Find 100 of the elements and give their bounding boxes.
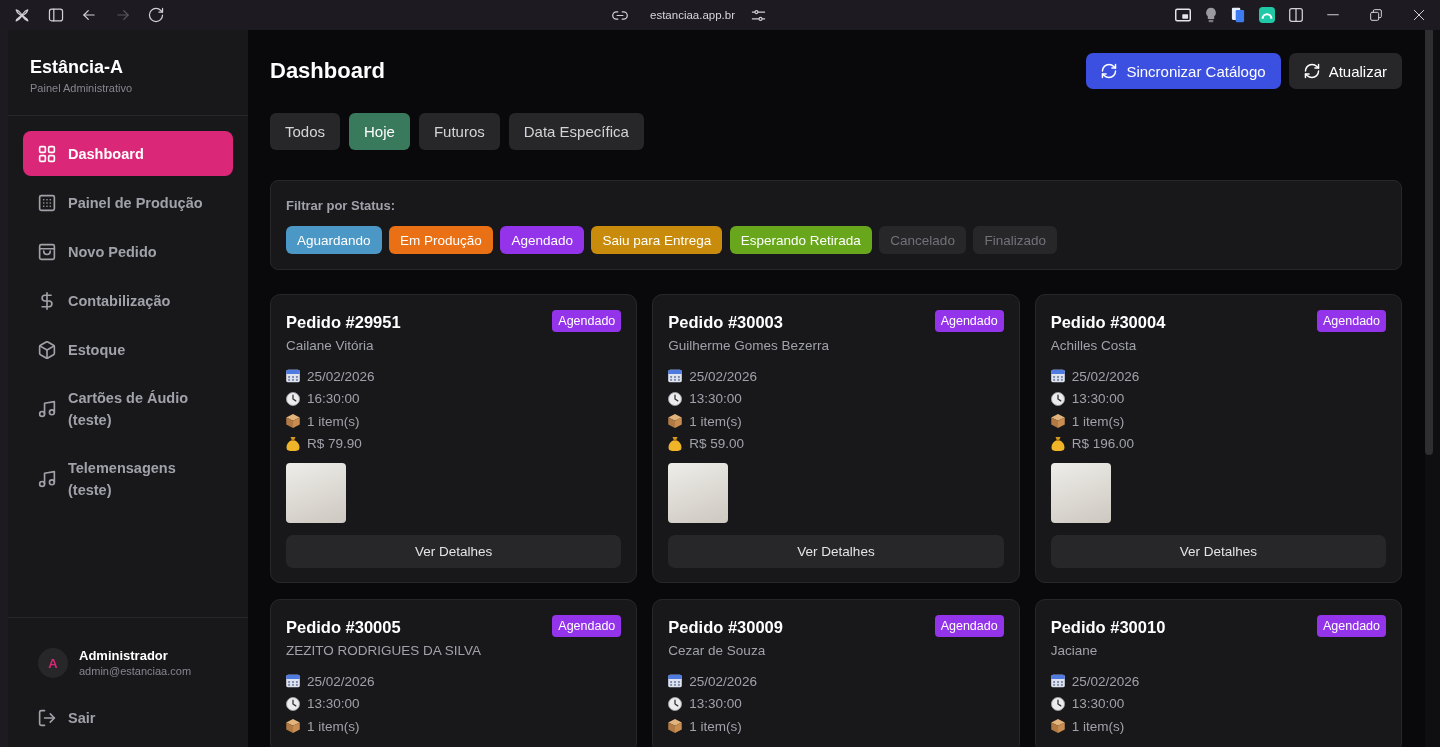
item-count: 1 item(s): [689, 413, 742, 429]
order-date: 25/02/2026: [307, 368, 375, 384]
nav-item[interactable]: Painel de Produção: [23, 180, 233, 225]
package-icon: [286, 414, 300, 429]
order-title: Pedido #29951: [286, 312, 401, 333]
calendar-icon: [668, 369, 683, 384]
clock-icon: [286, 391, 300, 406]
dot-grid-icon: [38, 193, 56, 212]
money-bag-icon: [286, 436, 300, 451]
tab[interactable]: Todos: [270, 113, 341, 150]
avatar: A: [38, 648, 68, 678]
package-icon: [668, 414, 683, 429]
scrollbar-thumb[interactable]: [1425, 30, 1433, 455]
nav-item[interactable]: Estoque: [23, 327, 233, 372]
tab[interactable]: Hoje: [349, 113, 410, 150]
order-date: 25/02/2026: [689, 368, 757, 384]
lightbulb-icon[interactable]: [1205, 7, 1217, 23]
status-chip[interactable]: Agendado: [500, 226, 584, 254]
action-button[interactable]: Sincronizar Catálogo: [1086, 53, 1281, 89]
item-count: 1 item(s): [689, 718, 742, 734]
item-count: 1 item(s): [307, 413, 360, 429]
clock-icon: [1050, 696, 1065, 711]
page-title: Dashboard: [270, 58, 385, 84]
status-badge: Agendado: [1317, 310, 1386, 332]
nav-item[interactable]: Novo Pedido: [23, 229, 233, 274]
refresh-icon: [1101, 63, 1118, 79]
brand-subtitle: Painel Administrativo: [30, 81, 134, 96]
split-view-icon[interactable]: [1289, 8, 1303, 22]
order-time: 13:30:00: [689, 391, 742, 407]
item-count: 1 item(s): [1071, 413, 1125, 429]
address-bar-url[interactable]: estanciaa.app.br: [650, 9, 736, 21]
money-bag-icon: [1050, 436, 1065, 451]
details-button[interactable]: Ver Detalhes: [668, 535, 1004, 568]
calendar-icon: [1050, 369, 1065, 384]
calendar-icon: [286, 369, 300, 384]
grid-icon: [38, 144, 56, 163]
clock-icon: [1050, 391, 1065, 406]
document-icon[interactable]: [1231, 7, 1245, 23]
close-icon[interactable]: [1412, 9, 1425, 21]
filter-label: Filtrar por Status:: [286, 198, 397, 214]
customer-name: Cezar de Souza: [668, 642, 767, 660]
arch-tile-icon[interactable]: [1259, 7, 1275, 23]
brand-title: Estância-A: [30, 56, 125, 78]
customer-name: Cailane Vitória: [286, 337, 375, 355]
picture-in-picture-icon[interactable]: [1175, 8, 1191, 22]
nav-item[interactable]: Telemensagens (teste): [23, 446, 233, 512]
logo-icon[interactable]: [14, 7, 30, 23]
order-title: Pedido #30004: [1050, 312, 1166, 333]
restore-icon[interactable]: [1369, 9, 1382, 21]
sidebar-icon[interactable]: [47, 7, 64, 23]
minimize-icon[interactable]: [1326, 14, 1339, 16]
tab[interactable]: Futuros: [418, 113, 500, 150]
order-time: 13:30:00: [307, 696, 360, 712]
package-icon: [1050, 414, 1065, 429]
cube-icon: [38, 340, 56, 359]
calendar-icon: [668, 674, 683, 689]
music-note-icon: [38, 400, 56, 418]
item-count: 1 item(s): [1071, 718, 1125, 734]
status-badge: Agendado: [934, 615, 1004, 637]
details-button[interactable]: Ver Detalhes: [1050, 535, 1386, 568]
item-count: 1 item(s): [307, 718, 360, 734]
package-icon: [286, 719, 300, 734]
calendar-icon: [286, 674, 300, 689]
details-button[interactable]: Ver Detalhes: [286, 535, 622, 568]
arrow-left-icon[interactable]: [81, 7, 97, 23]
user-name: Administrador: [79, 647, 169, 664]
order-date: 25/02/2026: [1071, 673, 1140, 689]
customer-name: Jaciane: [1050, 642, 1099, 660]
nav-item[interactable]: Dashboard: [23, 131, 233, 176]
status-badge: Agendado: [934, 310, 1004, 332]
money-bag-icon: [668, 436, 683, 451]
order-title: Pedido #30003: [668, 312, 783, 333]
nav-item[interactable]: Cartões de Áudio (teste): [23, 376, 233, 442]
order-time: 13:30:00: [689, 696, 742, 712]
order-date: 25/02/2026: [1071, 368, 1140, 384]
order-time: 13:30:00: [1071, 696, 1125, 712]
nav-item[interactable]: Contabilização: [23, 278, 233, 323]
calendar-icon: [1050, 674, 1065, 689]
link-icon[interactable]: [612, 9, 628, 21]
order-total: R$ 59.00: [689, 436, 745, 452]
order-total: R$ 196.00: [1071, 436, 1134, 452]
sliders-icon[interactable]: [751, 8, 767, 22]
order-time: 13:30:00: [1071, 391, 1125, 407]
package-icon: [1050, 719, 1065, 734]
order-title: Pedido #30005: [286, 617, 401, 638]
clock-icon: [668, 696, 683, 711]
customer-name: ZEZITO RODRIGUES DA SILVA: [286, 642, 483, 660]
action-button[interactable]: Atualizar: [1288, 53, 1402, 89]
status-badge: Agendado: [552, 615, 622, 637]
refresh-icon: [1303, 63, 1320, 79]
reload-icon[interactable]: [148, 7, 164, 23]
order-title: Pedido #30009: [668, 617, 783, 638]
tab[interactable]: Data Específica: [508, 113, 644, 150]
status-badge: Agendado: [1317, 615, 1386, 637]
dollar-icon: [38, 291, 56, 310]
music-note-icon: [38, 470, 56, 488]
logout-button[interactable]: Sair: [23, 695, 233, 741]
customer-name: Achilles Costa: [1050, 337, 1138, 355]
order-date: 25/02/2026: [307, 673, 375, 689]
order-title: Pedido #30010: [1050, 617, 1166, 638]
